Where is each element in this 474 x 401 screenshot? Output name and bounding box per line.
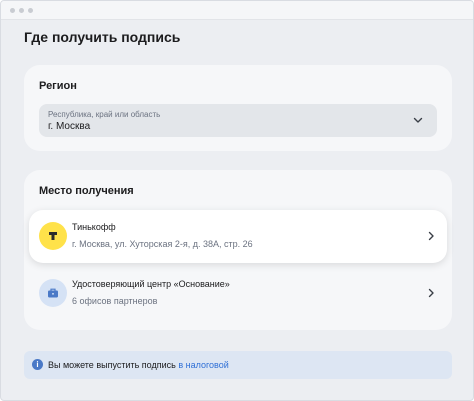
place-title: Место получения: [39, 185, 134, 197]
place-option-osnovanie[interactable]: Удостоверяющий центр «Основание» 6 офисо…: [29, 267, 447, 320]
briefcase-icon: [39, 279, 67, 307]
window-dot: [28, 7, 33, 13]
chevron-right-icon: [428, 231, 434, 241]
browser-window: Где получить подпись Регион Республика, …: [0, 0, 474, 401]
region-select-placeholder: Республика, край или область: [48, 110, 161, 119]
region-card: Регион Республика, край или область г. М…: [24, 65, 452, 151]
option-detail: 6 офисов партнеров: [72, 296, 158, 306]
region-select[interactable]: Республика, край или область г. Москва: [39, 104, 437, 137]
tax-office-link[interactable]: в налоговой: [178, 360, 228, 370]
option-name: Тинькофф: [72, 222, 116, 232]
window-dot: [10, 7, 15, 13]
option-name: Удостоверяющий центр «Основание»: [72, 279, 230, 289]
chevron-down-icon: [413, 117, 423, 123]
notice-message: Вы можете выпустить подпись: [48, 360, 179, 370]
region-title: Регион: [39, 80, 77, 92]
notice-text: Вы можете выпустить подпись в налоговой: [48, 360, 229, 370]
place-option-tinkoff[interactable]: Тинькофф г. Москва, ул. Хуторская 2-я, д…: [29, 210, 447, 263]
info-icon: i: [32, 359, 43, 370]
page-title: Где получить подпись: [24, 29, 181, 45]
chevron-right-icon: [428, 288, 434, 298]
region-select-value: г. Москва: [48, 121, 91, 132]
place-card: Место получения Тинькофф г. Москва, ул. …: [24, 170, 452, 330]
window-titlebar: [1, 1, 473, 20]
window-dot: [19, 7, 24, 13]
tinkoff-logo-icon: [39, 222, 67, 250]
option-address: г. Москва, ул. Хуторская 2-я, д. 38А, ст…: [72, 239, 253, 249]
info-notice: i Вы можете выпустить подпись в налогово…: [24, 351, 452, 379]
